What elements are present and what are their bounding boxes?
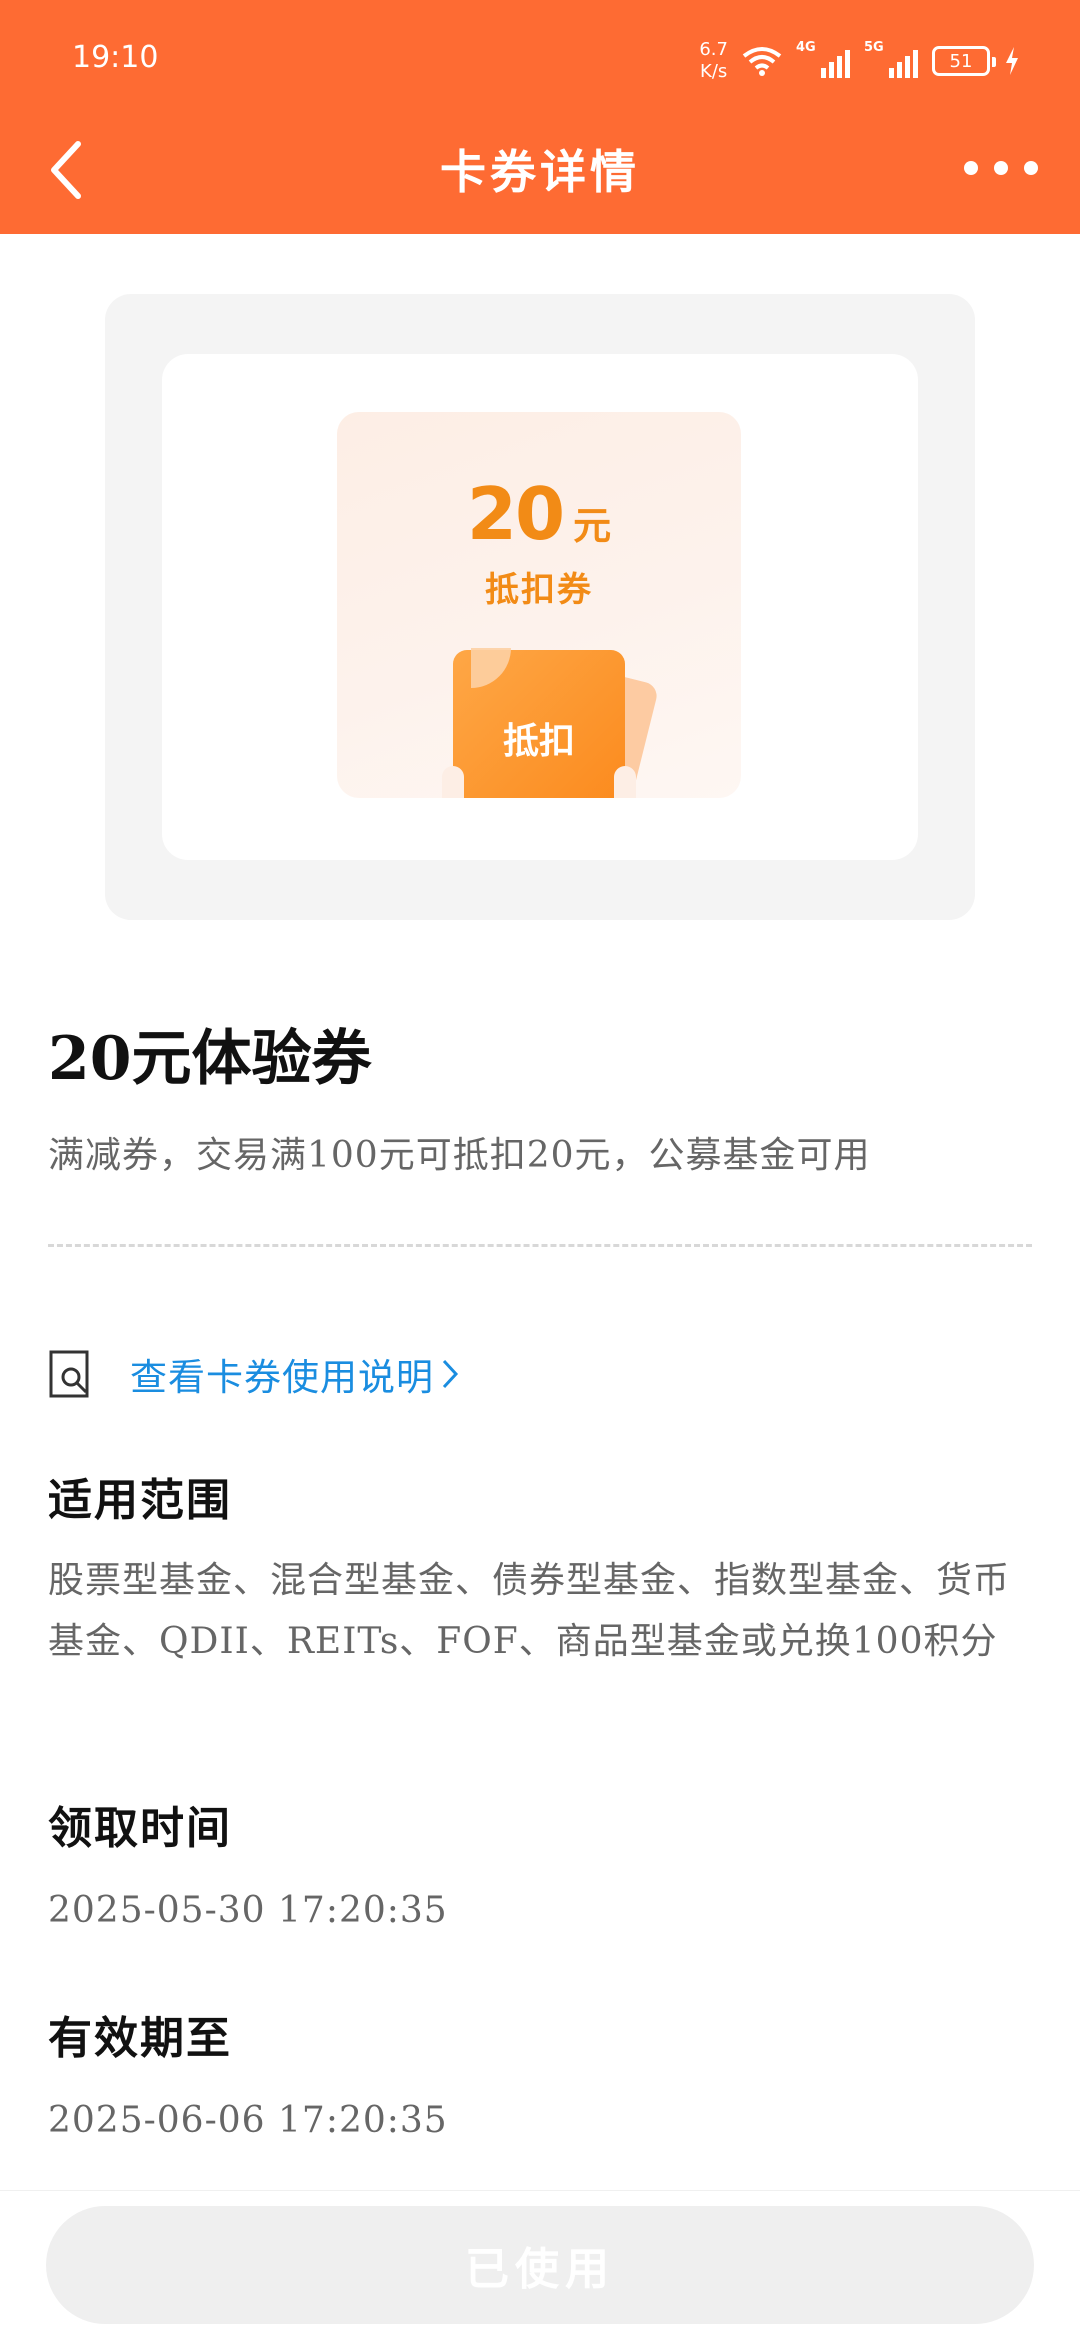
more-button[interactable] [964,150,1038,186]
coupon-type: 抵扣券 [485,570,593,610]
ticket-fold [471,648,511,688]
status-time: 19:10 [72,40,159,75]
valid-until-title: 有效期至 [48,2013,232,2064]
coupon-name: 20元体验券 [48,1024,372,1094]
cell-signal-5g-icon: 5G [864,40,918,78]
more-dot [964,161,978,175]
status-icons: 6.7 K/s 4G 5G 51 [699,36,1020,86]
network-speed-value: 6.7 [699,39,728,60]
coupon-amount: 20 元 [337,472,741,556]
valid-until-value: 2025-06-06 17:20:35 [48,2100,448,2141]
network-speed: 6.7 K/s [699,39,728,83]
claim-time-title: 领取时间 [48,1803,232,1854]
ticket-icon: 抵扣 [442,648,636,798]
signal-tag-5g: 5G [864,40,884,55]
coupon-amount-unit: 元 [573,503,612,548]
usage-link-label: 查看卡券使用说明 [130,1347,434,1401]
used-button[interactable]: 已使用 [46,2206,1034,2324]
battery-icon: 51 [932,46,996,76]
coupon-card: 20 元 抵扣券 抵扣 [162,354,918,860]
coupon-card-container: 20 元 抵扣券 抵扣 [105,294,975,920]
more-dot [994,161,1008,175]
coupon-amount-value: 20 [466,472,565,556]
charging-icon [1006,47,1018,75]
signal-tag-4g: 4G [796,40,816,55]
network-speed-unit: K/s [700,61,728,82]
battery-level: 51 [949,50,973,72]
wifi-icon [742,47,782,76]
usage-instructions-link[interactable]: 查看卡券使用说明 [48,1346,460,1402]
coupon-description: 满减券，交易满100元可抵扣20元，公募基金可用 [48,1135,871,1176]
cell-signal-4g-icon: 4G [796,40,850,78]
scope-title: 适用范围 [48,1475,232,1526]
scope-body: 股票型基金、混合型基金、债券型基金、指数型基金、货币基金、QDII、REITs、… [48,1560,1011,1662]
dashed-divider [48,1244,1032,1247]
claim-time-value: 2025-05-30 17:20:35 [48,1890,448,1931]
bottom-divider [0,2190,1080,2191]
usage-link-text: 查看卡券使用说明 [130,1356,434,1399]
page-title: 卡券详情 [440,145,640,199]
more-dot [1024,161,1038,175]
search-doc-icon [49,1350,89,1398]
coupon-visual: 20 元 抵扣券 抵扣 [337,412,741,798]
top-bar: 19:10 6.7 K/s 4G 5G 51 卡券详情 [0,0,1080,234]
ticket-label: 抵扣 [502,721,575,762]
chevron-right-icon [442,1359,459,1389]
